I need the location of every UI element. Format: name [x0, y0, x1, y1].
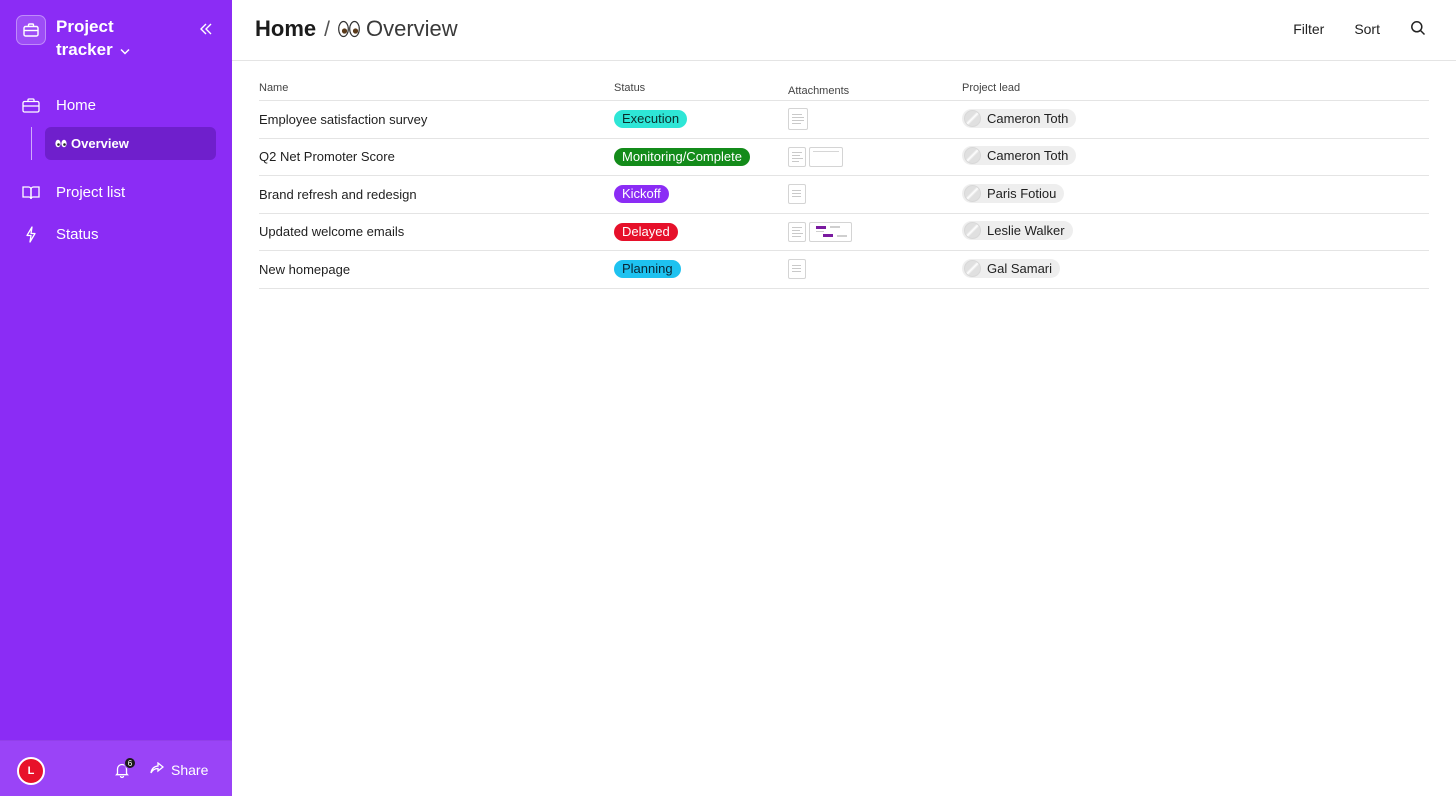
- project-lead-chip[interactable]: Cameron Toth: [962, 146, 1077, 166]
- column-header-name[interactable]: Name: [259, 79, 614, 100]
- projects-table: Name Status Attachments Project lead Emp…: [259, 79, 1429, 289]
- document-thumbnail[interactable]: [788, 184, 806, 205]
- notification-count-badge: 6: [124, 757, 136, 769]
- attachments: [788, 259, 962, 280]
- sort-button[interactable]: Sort: [1354, 21, 1380, 37]
- column-header-attachments[interactable]: Attachments: [788, 79, 962, 100]
- book-icon: [20, 181, 42, 203]
- notifications-button[interactable]: 6: [115, 757, 136, 780]
- image-thumbnail[interactable]: [809, 221, 852, 242]
- document-thumbnail[interactable]: [788, 259, 806, 280]
- project-lead-name: Leslie Walker: [987, 223, 1065, 239]
- project-lead-chip[interactable]: Gal Samari: [962, 258, 1061, 278]
- sidebar-item-home[interactable]: Home: [20, 94, 96, 116]
- project-lead-name: Gal Samari: [987, 260, 1053, 276]
- attachments: [788, 108, 962, 131]
- app-title[interactable]: Project tracker: [56, 15, 166, 61]
- breadcrumb-separator: /: [324, 18, 330, 41]
- sidebar-item-label: Overview: [71, 136, 129, 151]
- document-thumbnail[interactable]: [788, 146, 806, 167]
- briefcase-icon[interactable]: [16, 15, 46, 45]
- sidebar-item-label: Home: [56, 96, 97, 114]
- app-title-text: Project tracker: [56, 17, 114, 59]
- page-title: Overview: [338, 16, 458, 44]
- project-lead-chip[interactable]: Paris Fotiou: [962, 183, 1065, 203]
- sidebar-item-project-list[interactable]: Project list: [20, 181, 125, 203]
- avatar: [964, 147, 981, 165]
- project-lead-chip[interactable]: Leslie Walker: [962, 221, 1073, 241]
- status-badge[interactable]: Delayed: [614, 222, 678, 241]
- status-badge[interactable]: Kickoff: [614, 185, 669, 204]
- project-name: New homepage: [259, 261, 351, 277]
- status-badge[interactable]: Planning: [614, 260, 681, 279]
- collapse-sidebar-button[interactable]: [196, 21, 216, 41]
- breadcrumb: Home / Overview: [255, 16, 458, 44]
- eyes-icon: [338, 18, 360, 44]
- table-row[interactable]: Brand refresh and redesign Kickoff Paris…: [259, 176, 1429, 214]
- attachments: [788, 146, 962, 167]
- project-lead-name: Cameron Toth: [987, 148, 1069, 164]
- briefcase-icon: [20, 94, 42, 116]
- project-lead-name: Paris Fotiou: [987, 185, 1057, 201]
- project-name: Employee satisfaction survey: [259, 111, 428, 127]
- table-row[interactable]: Q2 Net Promoter Score Monitoring/Complet…: [259, 139, 1429, 176]
- share-label: Share: [171, 762, 209, 778]
- column-header-status[interactable]: Status: [614, 79, 788, 100]
- search-icon[interactable]: [1410, 20, 1428, 38]
- avatar: [964, 109, 981, 127]
- project-lead-chip[interactable]: Cameron Toth: [962, 108, 1077, 128]
- sidebar-item-label: Project list: [56, 183, 126, 201]
- sidebar-item-label: Status: [56, 225, 99, 243]
- attachments: [788, 184, 962, 205]
- sidebar: Project tracker Home Overview Project li…: [0, 0, 232, 796]
- nav-tree-line: [31, 127, 32, 160]
- app-header: Project tracker: [16, 15, 216, 61]
- double-chevron-left-icon: [199, 22, 213, 40]
- sidebar-item-status[interactable]: Status: [20, 223, 99, 245]
- chevron-down-icon: [120, 38, 130, 61]
- document-thumbnail[interactable]: [788, 221, 806, 242]
- project-lead-name: Cameron Toth: [987, 110, 1069, 126]
- image-thumbnail[interactable]: [809, 146, 843, 167]
- avatar: [964, 184, 981, 202]
- status-badge[interactable]: Execution: [614, 110, 688, 129]
- share-icon: [150, 761, 165, 778]
- avatar[interactable]: L: [17, 757, 45, 785]
- column-header-project-lead[interactable]: Project lead: [962, 79, 1429, 100]
- table-row[interactable]: Employee satisfaction survey Execution C…: [259, 101, 1429, 139]
- share-button[interactable]: Share: [150, 761, 209, 778]
- main-content: Home / Overview Filter Sort Name Status …: [232, 0, 1456, 796]
- project-name: Updated welcome emails: [259, 224, 405, 240]
- toolbar: Filter Sort: [1263, 20, 1428, 38]
- sidebar-item-overview[interactable]: Overview: [45, 127, 216, 160]
- document-thumbnail[interactable]: [788, 108, 808, 131]
- avatar: [964, 259, 981, 277]
- sidebar-footer: L 6 Share: [0, 740, 232, 796]
- top-bar: Home / Overview Filter Sort: [232, 0, 1456, 61]
- avatar: [964, 222, 981, 240]
- project-name: Q2 Net Promoter Score: [259, 149, 395, 165]
- project-name: Brand refresh and redesign: [259, 186, 417, 202]
- status-badge[interactable]: Monitoring/Complete: [614, 147, 750, 166]
- table-header: Name Status Attachments Project lead: [259, 79, 1429, 101]
- page-title-text: Overview: [365, 16, 458, 41]
- filter-button[interactable]: Filter: [1293, 21, 1324, 37]
- eyes-icon: [55, 136, 67, 151]
- table-row[interactable]: New homepage Planning Gal Samari: [259, 251, 1429, 289]
- attachments: [788, 221, 962, 242]
- table-row[interactable]: Updated welcome emails Delayed Leslie Wa…: [259, 214, 1429, 251]
- breadcrumb-home[interactable]: Home: [255, 16, 316, 42]
- bolt-icon: [20, 223, 42, 245]
